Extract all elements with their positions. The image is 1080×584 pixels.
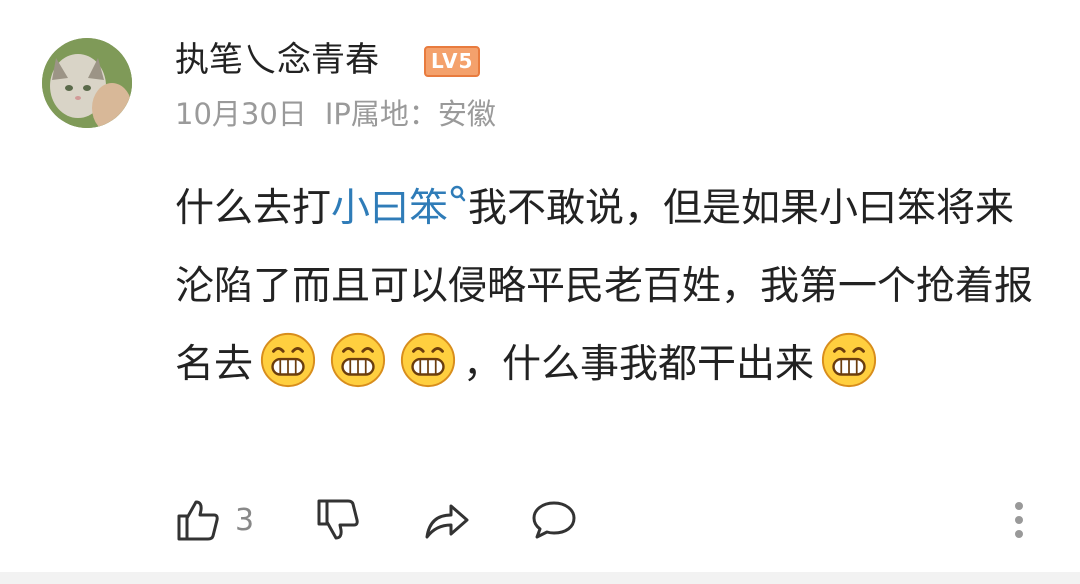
ip-location: IP属地：安徽 xyxy=(324,97,496,131)
bottom-divider xyxy=(0,572,1080,584)
reply-button[interactable] xyxy=(530,490,578,550)
comment-date: 10月30日 xyxy=(175,97,307,131)
share-arrow-icon xyxy=(425,504,469,539)
action-bar: 3 xyxy=(0,490,1080,550)
share-button[interactable] xyxy=(422,490,470,550)
grinning-emoji xyxy=(330,332,386,388)
comment-text: 什么去打小曰笨 我不敢说，但是如果小曰笨将来沦陷了而且可以侵略平民老百姓，我第一个… xyxy=(175,170,1045,404)
avatar[interactable] xyxy=(42,38,132,128)
like-button[interactable]: 3 xyxy=(175,490,254,550)
more-button[interactable] xyxy=(1010,490,1028,550)
search-link[interactable]: 小曰笨 xyxy=(331,186,448,231)
dislike-button[interactable] xyxy=(315,490,361,550)
vertical-dots-icon xyxy=(1015,502,1023,538)
username[interactable]: 执笔乀念青春 xyxy=(175,36,379,84)
comment-text-part1: 什么去打 xyxy=(175,186,332,231)
thumbs-down-icon xyxy=(317,499,359,540)
comment-meta: 10月30日 IP属地：安徽 xyxy=(175,94,496,134)
grinning-emoji xyxy=(821,332,877,388)
comment-text-part3: ，什么事我都干出来 xyxy=(463,342,815,387)
like-count: 3 xyxy=(235,502,255,538)
grinning-emoji xyxy=(260,332,316,388)
search-icon[interactable] xyxy=(448,184,468,208)
thumbs-up-icon xyxy=(177,500,219,541)
level-badge: LV5 xyxy=(424,46,481,77)
grinning-emoji xyxy=(400,332,456,388)
comment-bubble-icon xyxy=(532,501,576,539)
